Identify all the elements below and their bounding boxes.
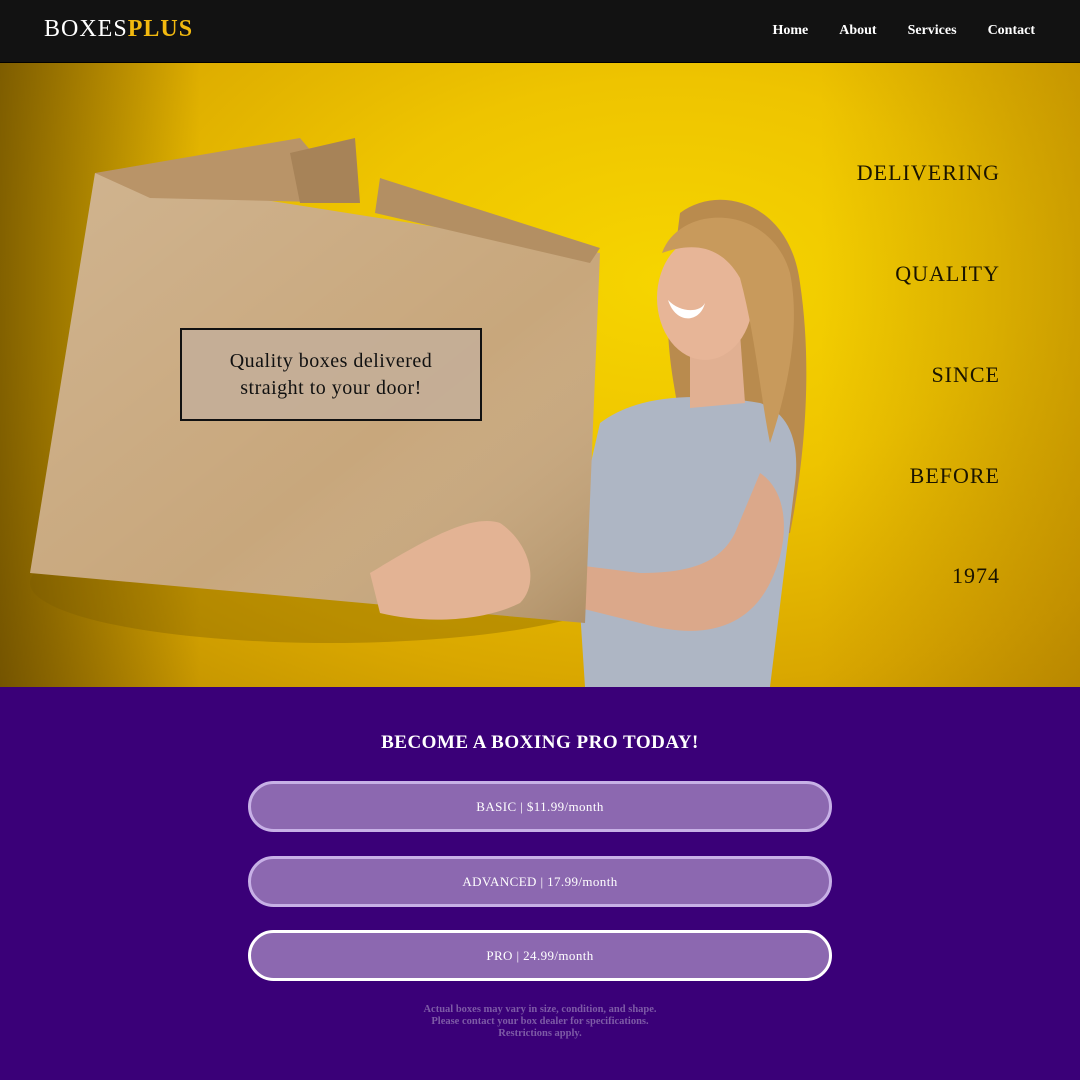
brand-logo[interactable]: BOXESPLUS [44,16,193,43]
hero-tagline-box: Quality boxes delivered straight to your… [180,328,482,421]
nav-link-about[interactable]: About [839,23,876,39]
hero-banner: Quality boxes delivered straight to your… [0,63,1080,687]
pricing-heading: BECOME A BOXING PRO TODAY! [381,732,699,753]
navbar: BOXESPLUS Home About Services Contact [0,0,1080,63]
nav-link-services[interactable]: Services [908,23,957,39]
plan-advanced-button[interactable]: ADVANCED | 17.99/month [248,856,832,907]
slogan-line-4: BEFORE [909,463,1000,488]
disclaimer-line-1: Actual boxes may vary in size, condition… [423,1004,657,1015]
disclaimer: Actual boxes may vary in size, condition… [0,1004,1080,1040]
slogan-line-1: DELIVERING [856,160,1000,185]
main-nav: Home About Services Contact [772,23,1035,39]
slogan-line-2: QUALITY [895,261,1000,286]
brand-logo-part1: BOXES [44,16,128,42]
brand-logo-part2: PLUS [127,16,194,42]
slogan-line-5: 1974 [952,563,1000,588]
pricing-section: BECOME A BOXING PRO TODAY! BASIC | $11.9… [0,687,1080,1080]
nav-link-home[interactable]: Home [772,23,808,39]
disclaimer-line-3: Restrictions apply. [498,1028,582,1039]
nav-link-contact[interactable]: Contact [988,23,1035,39]
plan-basic-button[interactable]: BASIC | $11.99/month [248,781,832,832]
slogan-line-3: SINCE [931,362,1000,387]
hero-photo-illustration [30,138,807,687]
plan-pro-button[interactable]: PRO | 24.99/month [248,930,832,981]
disclaimer-line-2: Please contact your box dealer for speci… [431,1016,649,1027]
